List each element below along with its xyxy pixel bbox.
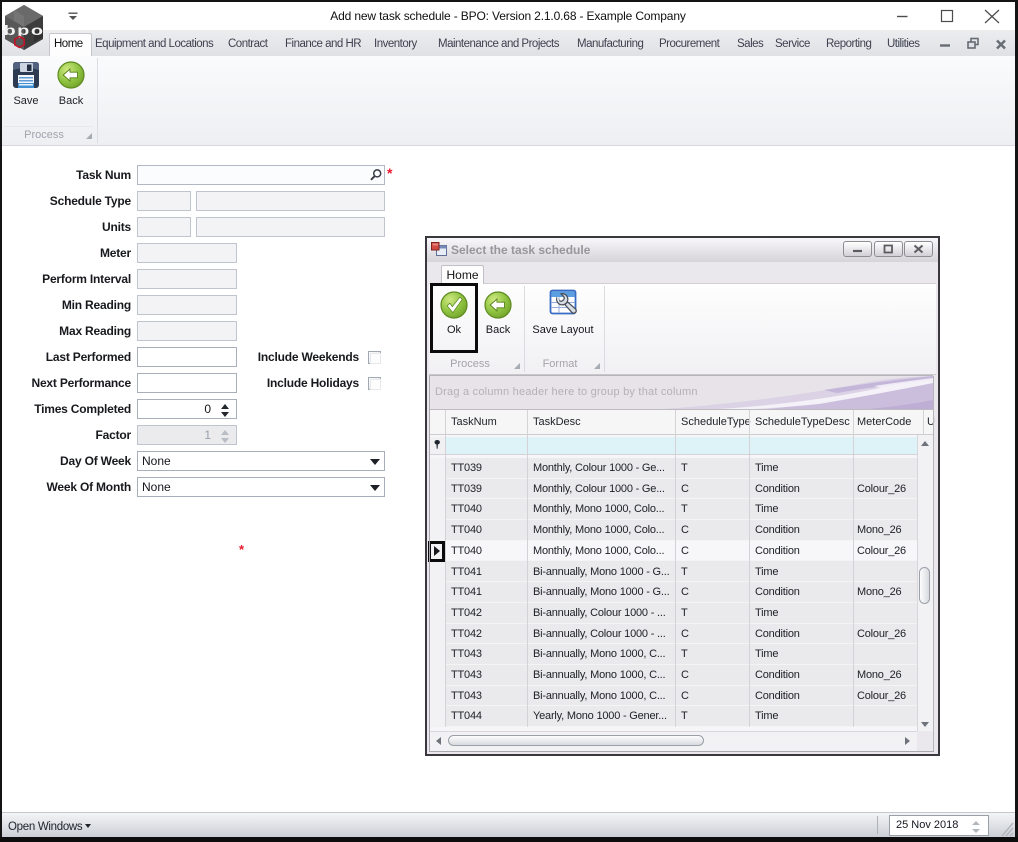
svg-text:bpo: bpo: [3, 23, 44, 38]
